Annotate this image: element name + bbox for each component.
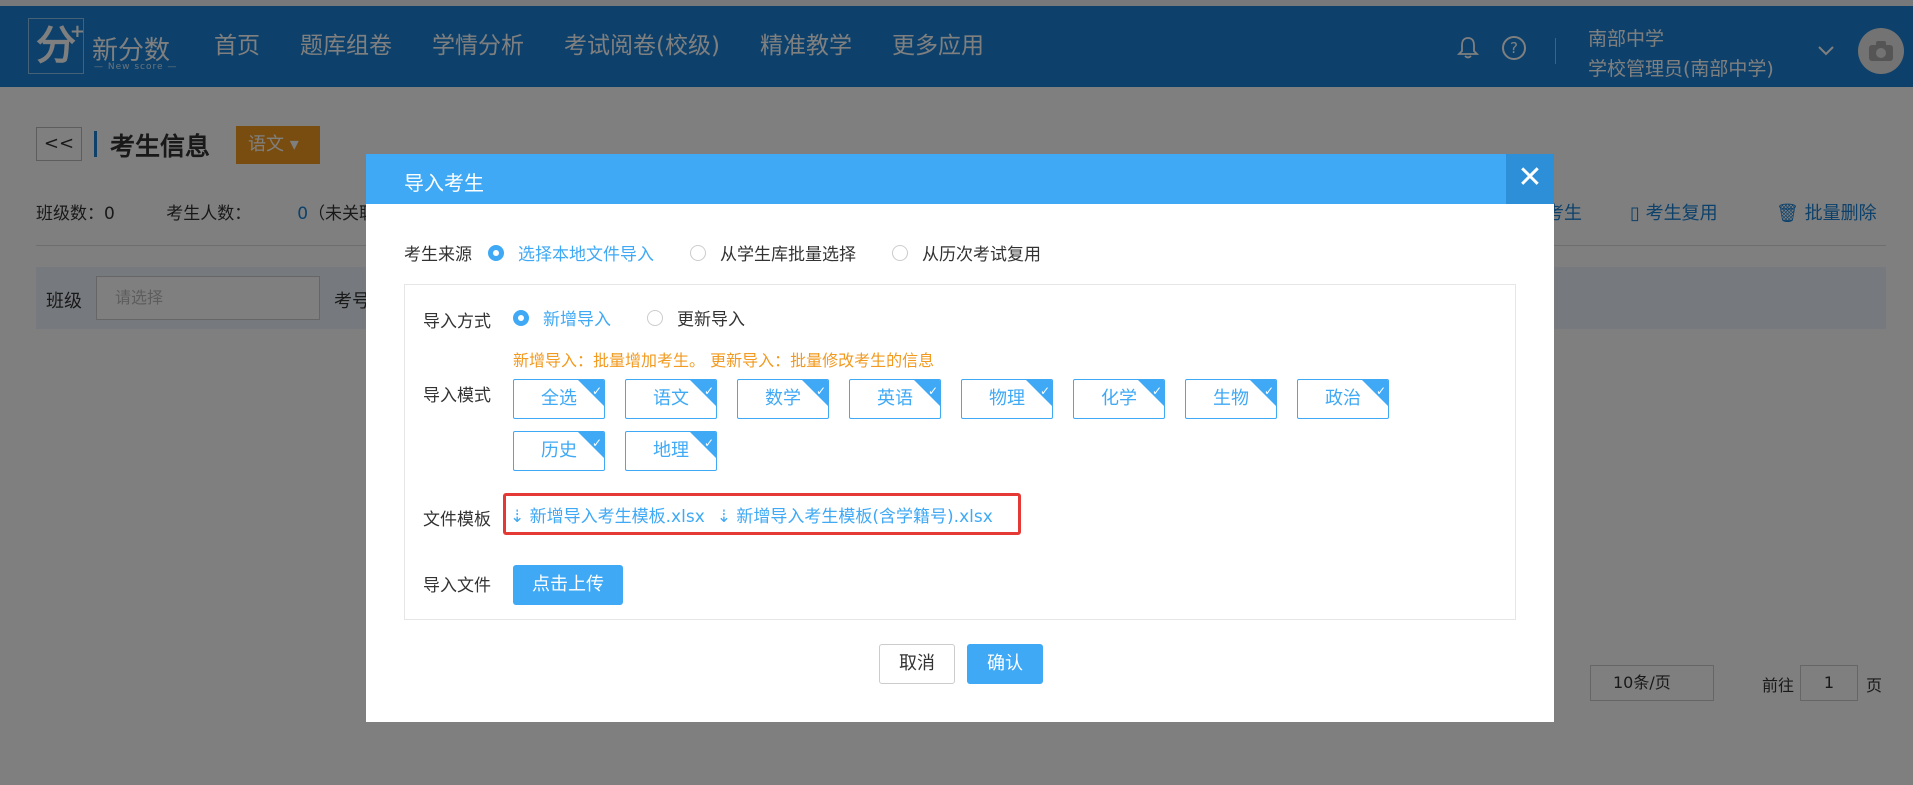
subject-tag-chinese[interactable]: ✓ 语文 [625,379,717,419]
method-radio-update[interactable]: 更新导入 [647,305,745,330]
download-icon: ⇣ [510,506,525,527]
source-label: 考生来源 [404,245,472,265]
template-download-link-basic[interactable]: ⇣ 新增导入考生模板.xlsx [510,502,705,527]
confirm-button[interactable]: 确认 [967,644,1043,684]
upload-button[interactable]: 点击上传 [513,565,623,605]
import-students-modal: 导入考生 ✕ 考生来源 选择本地文件导入 从学生库批量选择 从历次考试复用 导入… [366,154,1554,722]
method-label: 导入方式 [423,312,491,332]
modal-header: 导入考生 ✕ [366,154,1554,204]
subject-tag-math[interactable]: ✓ 数学 [737,379,829,419]
subject-tag-physics[interactable]: ✓ 物理 [961,379,1053,419]
template-label: 文件模板 [423,510,491,530]
modal-title: 导入考生 [404,171,484,195]
download-icon: ⇣ [716,506,732,527]
template-links-highlight: ⇣ 新增导入考生模板.xlsx ⇣ 新增导入考生模板(含学籍号).xlsx [503,493,1021,535]
source-radio-student-library[interactable]: 从学生库批量选择 [690,240,856,265]
import-settings-box: 导入方式 新增导入 更新导入 新增导入：批量增加考生。 更新导入：批量修改考生的… [404,284,1516,620]
method-radio-new[interactable]: 新增导入 [513,305,611,330]
close-icon[interactable]: ✕ [1506,154,1554,204]
subject-tags: ✓ 全选 ✓ 语文 ✓ 数学 ✓ 英语 ✓ 物理 ✓ 化学 ✓ 生物 ✓ 政治 ✓ 历史 ✓ 地理 [513,379,1413,471]
file-label: 导入文件 [423,576,491,596]
subject-tag-politics[interactable]: ✓ 政治 [1297,379,1389,419]
subject-tag-geography[interactable]: ✓ 地理 [625,431,717,471]
subject-tag-english[interactable]: ✓ 英语 [849,379,941,419]
subject-tag-biology[interactable]: ✓ 生物 [1185,379,1277,419]
subject-tag-all[interactable]: ✓ 全选 [513,379,605,419]
mode-label: 导入模式 [423,386,491,406]
subject-tag-chemistry[interactable]: ✓ 化学 [1073,379,1165,419]
cancel-button[interactable]: 取消 [879,644,955,684]
source-radio-local-file[interactable]: 选择本地文件导入 [488,240,654,265]
subject-tag-history[interactable]: ✓ 历史 [513,431,605,471]
method-radio-group: 新增导入 更新导入 [513,305,781,330]
source-radio-history-exams[interactable]: 从历次考试复用 [892,240,1041,265]
source-row: 考生来源 选择本地文件导入 从学生库批量选择 从历次考试复用 [404,240,1077,265]
template-download-link-with-id[interactable]: ⇣ 新增导入考生模板(含学籍号).xlsx [717,502,993,527]
method-hint: 新增导入：批量增加考生。 更新导入：批量修改考生的信息 [513,351,935,370]
